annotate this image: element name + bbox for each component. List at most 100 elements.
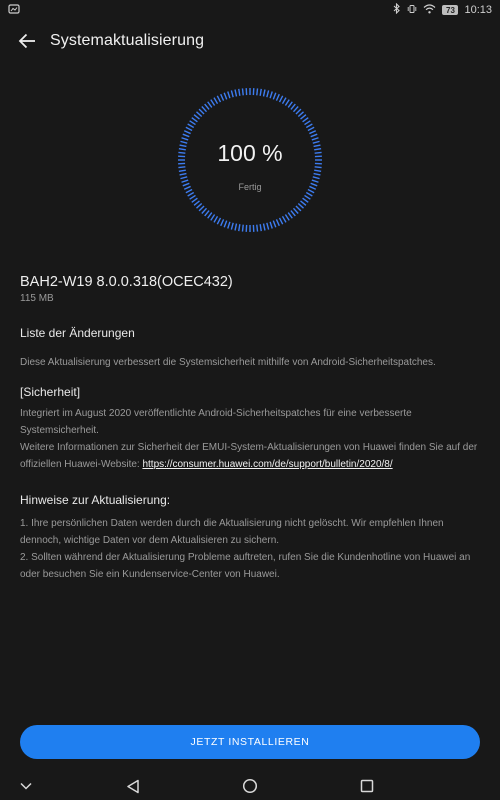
progress-tick (182, 133, 190, 138)
progress-tick (210, 214, 216, 221)
progress-tick (198, 205, 205, 212)
progress-tick (201, 106, 208, 113)
progress-tick (266, 90, 270, 98)
progress-tick (312, 176, 320, 180)
progress-tick (210, 99, 216, 106)
progress-tick (295, 108, 302, 115)
notes-heading: Hinweise zur Aktualisierung: (20, 493, 171, 507)
progress-tick (275, 219, 280, 227)
progress-tick (259, 88, 262, 96)
progress-tick (304, 194, 311, 200)
progress-tick (313, 172, 321, 176)
progress-tick (223, 220, 228, 228)
progress-tick (227, 91, 231, 99)
wifi-icon (423, 3, 436, 17)
progress-tick (178, 169, 186, 172)
progress-tick (227, 221, 231, 229)
progress-tick (204, 210, 210, 217)
progress-tick (213, 97, 219, 105)
progress-tick (262, 89, 266, 97)
notes-list: 1. Ihre persönlichen Daten werden durch … (20, 515, 478, 583)
progress-tick (302, 117, 309, 123)
progress-tick (295, 205, 302, 212)
back-button[interactable] (14, 28, 40, 54)
progress-tick (207, 101, 213, 108)
progress-tick (305, 191, 313, 197)
progress-tick (262, 223, 266, 231)
changelog-heading: Liste der Änderungen (20, 326, 135, 340)
progress-tick (234, 89, 238, 97)
progress-tick (278, 95, 284, 103)
progress-tick (220, 219, 225, 227)
progress-tick (187, 123, 195, 129)
progress-tick (180, 176, 188, 180)
progress-tick (281, 97, 287, 105)
progress-tick (266, 222, 270, 230)
progress-tick (275, 93, 280, 101)
progress-tick (223, 92, 228, 100)
progress-tick (269, 221, 273, 229)
progress-tick (278, 217, 284, 225)
progress-tick (281, 215, 287, 223)
progress-tick (302, 197, 309, 203)
progress-tick (292, 106, 299, 113)
vibrate-icon (407, 4, 417, 17)
install-now-button[interactable]: JETZT INSTALLIEREN (20, 725, 480, 759)
progress-tick (189, 194, 196, 200)
progress-tick (290, 210, 296, 217)
progress-tick (193, 200, 200, 206)
recents-square-icon[interactable] (357, 776, 377, 796)
progress-tick (259, 224, 262, 232)
progress-tick (284, 214, 290, 221)
chevron-down-icon[interactable] (16, 776, 36, 796)
security-text-1: Integriert im August 2020 veröffentlicht… (20, 408, 412, 436)
update-details: BAH2-W19 8.0.0.318(OCEC432) 115 MB Liste… (20, 273, 478, 583)
progress-tick (284, 99, 290, 106)
progress-tick (216, 217, 222, 225)
progress-tick (300, 114, 307, 120)
home-circle-icon[interactable] (240, 776, 260, 796)
security-text-2: Weitere Informationen zur Sicherheit der… (20, 439, 478, 473)
progress-tick (187, 191, 195, 197)
progress-tick (309, 130, 317, 135)
progress-tick (287, 212, 293, 219)
progress-tick (269, 91, 273, 99)
page-title: Systemaktualisierung (50, 32, 205, 49)
progress-tick (230, 90, 234, 98)
progress-tick (179, 172, 187, 176)
progress-tick (287, 101, 293, 108)
progress-status: Fertig (238, 182, 262, 192)
note-item-2: 2. Sollten während der Aktualisierung Pr… (20, 552, 471, 580)
progress-tick (272, 220, 277, 228)
progress-tick (292, 207, 299, 214)
progress-tick (238, 88, 241, 96)
progress-tick (191, 117, 198, 123)
progress-tick (272, 92, 277, 100)
battery-icon: 73 (442, 5, 459, 15)
clock: 10:13 (464, 4, 492, 16)
progress-tick (256, 224, 259, 232)
back-triangle-icon[interactable] (123, 776, 143, 796)
progress-tick (305, 123, 313, 129)
navigation-bar (0, 770, 500, 800)
app-bar: Systemaktualisierung (0, 22, 500, 60)
progress-tick (310, 133, 318, 138)
progress-tick (230, 222, 234, 230)
progress-tick (290, 103, 296, 110)
progress-tick (198, 108, 205, 115)
security-description: Integriert im August 2020 veröffentlicht… (20, 405, 478, 473)
progress-tick (300, 200, 307, 206)
arrow-left-icon (18, 33, 35, 49)
security-bulletin-link[interactable]: https://consumer.huawei.com/de/support/b… (142, 459, 392, 470)
progress-tick (297, 202, 304, 209)
bluetooth-icon (393, 2, 401, 17)
note-item-1: 1. Ihre persönlichen Daten werden durch … (20, 518, 444, 546)
progress-tick (201, 207, 208, 214)
progress-tick (238, 224, 241, 232)
progress-tick (196, 111, 203, 118)
notification-icon (8, 3, 20, 17)
status-bar: 73 10:13 (0, 0, 500, 20)
progress-tick (234, 223, 238, 231)
progress-tick (189, 120, 196, 126)
progress-tick (207, 212, 213, 219)
